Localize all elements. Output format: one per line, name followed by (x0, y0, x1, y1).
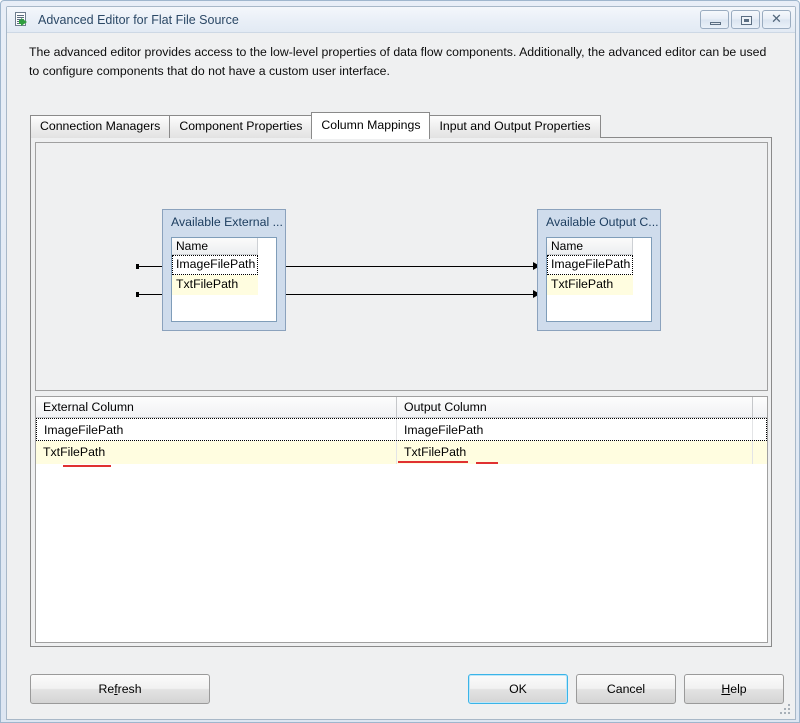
available-external-columns-title: Available External ... (171, 215, 283, 229)
tab-strip: Connection Managers Component Properties… (30, 112, 601, 139)
minimize-button[interactable] (700, 10, 729, 29)
refresh-label-pre: Re (98, 682, 115, 696)
maximize-button[interactable] (731, 10, 760, 29)
help-label-accel: H (721, 682, 731, 696)
help-button[interactable]: Help (684, 674, 784, 704)
grid-header-row: External Column Output Column (36, 397, 767, 418)
grid-header-output-column[interactable]: Output Column (397, 397, 753, 417)
refresh-label-post: resh (117, 682, 142, 696)
close-button[interactable]: ✕ (762, 10, 791, 29)
description-text: The advanced editor provides access to t… (29, 45, 767, 78)
tab-connection-managers[interactable]: Connection Managers (30, 115, 171, 138)
tab-page-column-mappings: Available External ... Name ImageFilePat… (30, 137, 772, 647)
annotation-underline-output-2 (476, 462, 498, 464)
annotation-underline-output (398, 461, 468, 463)
grid-cell-output-imagefilepath[interactable]: ImageFilePath (397, 419, 753, 440)
cancel-button[interactable]: Cancel (576, 674, 676, 704)
close-icon: ✕ (771, 12, 782, 27)
document-arrow-icon (14, 11, 31, 28)
maximize-icon (741, 16, 752, 25)
tab-input-and-output-properties[interactable]: Input and Output Properties (429, 115, 601, 138)
output-column-item-txtfilepath[interactable]: TxtFilePath (547, 275, 633, 295)
refresh-button[interactable]: Refresh (30, 674, 210, 704)
available-external-columns-box[interactable]: Available External ... Name ImageFilePat… (162, 209, 286, 331)
external-column-item-imagefilepath[interactable]: ImageFilePath (172, 255, 258, 275)
mapping-diagram-canvas[interactable]: Available External ... Name ImageFilePat… (35, 142, 768, 391)
grid-header-filler (753, 397, 766, 417)
help-label-post: elp (730, 682, 747, 696)
column-mapping-grid[interactable]: External Column Output Column ImageFileP… (35, 396, 768, 643)
ok-label: OK (509, 682, 527, 696)
window-controls: ✕ (700, 10, 791, 29)
available-output-columns-box[interactable]: Available Output C... Name ImageFilePath… (537, 209, 661, 331)
minimize-icon (710, 22, 721, 25)
output-column-item-imagefilepath[interactable]: ImageFilePath (547, 255, 633, 275)
title-bar: Advanced Editor for Flat File Source ✕ (7, 7, 795, 33)
cancel-label: Cancel (606, 682, 646, 696)
tab-component-properties[interactable]: Component Properties (169, 115, 313, 138)
table-row[interactable]: TxtFilePath TxtFilePath (36, 441, 767, 464)
available-output-columns-title: Available Output C... (546, 215, 659, 229)
available-external-columns-list[interactable]: Name ImageFilePath TxtFilePath (171, 237, 277, 322)
resize-grip[interactable] (779, 703, 792, 716)
tab-column-mappings[interactable]: Column Mappings (311, 112, 431, 139)
window-title: Advanced Editor for Flat File Source (38, 12, 239, 27)
ok-button[interactable]: OK (468, 674, 568, 704)
dialog-window: Advanced Editor for Flat File Source ✕ T… (0, 0, 800, 723)
external-column-item-txtfilepath[interactable]: TxtFilePath (172, 275, 258, 295)
grid-header-external-column[interactable]: External Column (36, 397, 397, 417)
dialog-frame: Advanced Editor for Flat File Source ✕ T… (6, 6, 796, 720)
grid-cell-external-imagefilepath[interactable]: ImageFilePath (37, 419, 397, 440)
table-row[interactable]: ImageFilePath ImageFilePath (36, 418, 767, 441)
available-output-columns-list[interactable]: Name ImageFilePath TxtFilePath (546, 237, 652, 322)
output-name-column-header: Name (547, 238, 633, 255)
annotation-underline-external (63, 465, 111, 467)
grid-cell-external-txtfilepath[interactable]: TxtFilePath (36, 441, 397, 464)
external-name-column-header: Name (172, 238, 258, 255)
